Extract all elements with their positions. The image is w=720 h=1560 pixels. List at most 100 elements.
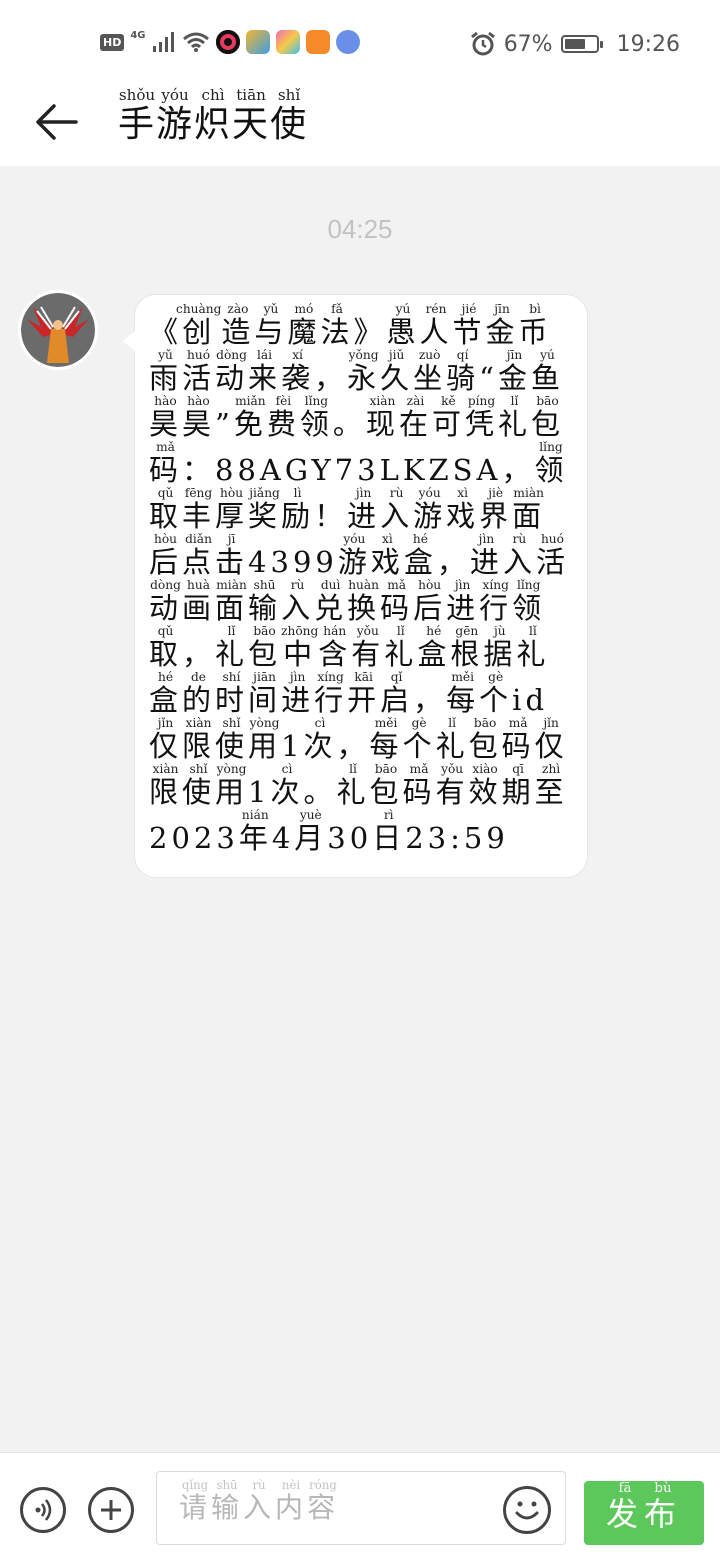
message-char: 点diǎn xyxy=(182,532,215,579)
message-pinyin: lǐng xyxy=(299,394,333,408)
message-char: 雨yǔ xyxy=(149,348,182,395)
message-char: 码mǎ xyxy=(380,578,413,625)
message-pinyin: miàn xyxy=(512,486,546,500)
title-char: 手shǒu xyxy=(118,86,156,145)
alarm-icon xyxy=(470,31,495,56)
message-text: id xyxy=(512,683,549,717)
placeholder-hanzi: 入 xyxy=(243,1491,276,1524)
add-button[interactable] xyxy=(88,1487,134,1533)
message-hanzi: 期 xyxy=(501,775,535,809)
status-right-icons: 67% 19:26 xyxy=(470,28,680,60)
message-hanzi: 入 xyxy=(380,499,414,533)
message-pinyin: kě xyxy=(431,394,465,408)
message-hanzi: 厚 xyxy=(215,499,249,533)
message-hanzi: 行 xyxy=(479,591,513,625)
voice-button[interactable] xyxy=(20,1487,66,1533)
message-char: 中zhōng xyxy=(281,624,318,671)
message-pinyin: lǐ xyxy=(516,624,550,638)
message-pinyin: jìn xyxy=(446,578,480,592)
message-char: 厚hòu xyxy=(215,486,249,533)
message-hanzi: 仅 xyxy=(149,729,183,763)
message-pinyin: lǐ xyxy=(435,716,469,730)
message-char: 活huó xyxy=(536,532,569,579)
chat-title: 手shǒu游yóu炽chì天tiān使shǐ xyxy=(118,86,308,147)
message-char: 进jìn xyxy=(446,578,479,625)
message-char: 开kāi xyxy=(347,670,380,717)
message-pinyin: xí xyxy=(281,348,315,362)
message-char: 入rù xyxy=(281,578,314,625)
message-pinyin: huó xyxy=(182,348,216,362)
back-button[interactable] xyxy=(28,94,84,150)
wifi-icon xyxy=(182,32,209,52)
message-hanzi: 进 xyxy=(469,545,503,579)
message-hanzi: 含 xyxy=(318,637,352,671)
message-hanzi: 礼 xyxy=(497,407,531,441)
publish-button[interactable]: 发fā布bù xyxy=(584,1481,704,1545)
message-hanzi: 包 xyxy=(531,407,565,441)
placeholder-pinyin: qǐng xyxy=(179,1478,211,1492)
message-char: 输shū xyxy=(248,578,281,625)
message-pinyin: rén xyxy=(419,302,453,316)
avatar[interactable] xyxy=(18,290,98,370)
message-char: 领lǐng xyxy=(300,394,333,441)
video-app-icon xyxy=(305,30,330,54)
message-pinyin: yǔ xyxy=(254,302,288,316)
message-timestamp: 04:25 xyxy=(327,214,393,244)
title-char: 游yóu xyxy=(156,86,194,145)
message-char: 面miàn xyxy=(215,578,248,625)
message-char: 袭xí xyxy=(281,348,314,395)
message-hanzi: 免 xyxy=(233,407,267,441)
message-pinyin: cì xyxy=(303,716,337,730)
title-char: 使shǐ xyxy=(270,86,308,145)
message-char: 个gè xyxy=(479,670,512,717)
message-hanzi: 行 xyxy=(314,683,348,717)
message-char: 界jiè xyxy=(479,486,512,533)
message-char: 领lǐng xyxy=(534,440,567,487)
message-hanzi: 码 xyxy=(149,453,183,487)
message-char: 现xiàn xyxy=(366,394,399,441)
title-pinyin: shǐ xyxy=(270,86,309,104)
message-char: 动dòng xyxy=(149,578,182,625)
message-char: 码mǎ xyxy=(502,716,535,763)
message-pinyin: kāi xyxy=(347,670,381,684)
message-text: 。 xyxy=(332,407,366,441)
message-pinyin: huà xyxy=(182,578,216,592)
send-label-pinyin: bù xyxy=(644,1481,683,1496)
message-hanzi: 创 xyxy=(176,315,222,349)
message-pinyin: zhōng xyxy=(281,624,319,638)
message-hanzi: 击 xyxy=(215,545,249,579)
message-hanzi: 动 xyxy=(215,361,249,395)
title-pinyin: shǒu xyxy=(118,86,157,104)
message-char: 取qǔ xyxy=(149,624,182,671)
message-pinyin: jīn xyxy=(485,302,519,316)
message-hanzi: 有 xyxy=(435,775,469,809)
message-hanzi: 坐 xyxy=(413,361,447,395)
message-text: 1 xyxy=(248,775,271,809)
message-char: 据jù xyxy=(483,624,516,671)
message-char: 后hòu xyxy=(149,532,182,579)
message-hanzi: 月 xyxy=(294,821,328,855)
battery-icon xyxy=(560,35,603,53)
message-hanzi: 昊 xyxy=(182,407,216,441)
message-pinyin: gēn xyxy=(450,624,484,638)
message-input[interactable]: 请qǐng输shū入rù内nèi容róng xyxy=(156,1471,566,1545)
message-char: 法fǎ xyxy=(320,302,353,349)
message-hanzi: 入 xyxy=(502,545,536,579)
message-char: 币bì xyxy=(519,302,552,349)
emoji-button[interactable] xyxy=(503,1486,551,1534)
placeholder-hanzi: 内 xyxy=(275,1491,308,1524)
message-pinyin: de xyxy=(182,670,216,684)
message-hanzi: 凭 xyxy=(464,407,498,441)
message-text: ， xyxy=(501,453,535,487)
message-char: 礼lǐ xyxy=(337,762,370,809)
message-pinyin: bāo xyxy=(531,394,565,408)
message-pinyin: huàn xyxy=(347,578,381,592)
message-char: 年nián xyxy=(239,808,272,855)
message-char: 包bāo xyxy=(370,762,403,809)
message-hanzi: 节 xyxy=(452,315,486,349)
message-char: 进jìn xyxy=(281,670,314,717)
message-char: 码mǎ xyxy=(149,440,183,487)
app-icon-1 xyxy=(245,30,270,54)
message-char: 面miàn xyxy=(512,486,545,533)
app-icon-2 xyxy=(275,30,300,54)
